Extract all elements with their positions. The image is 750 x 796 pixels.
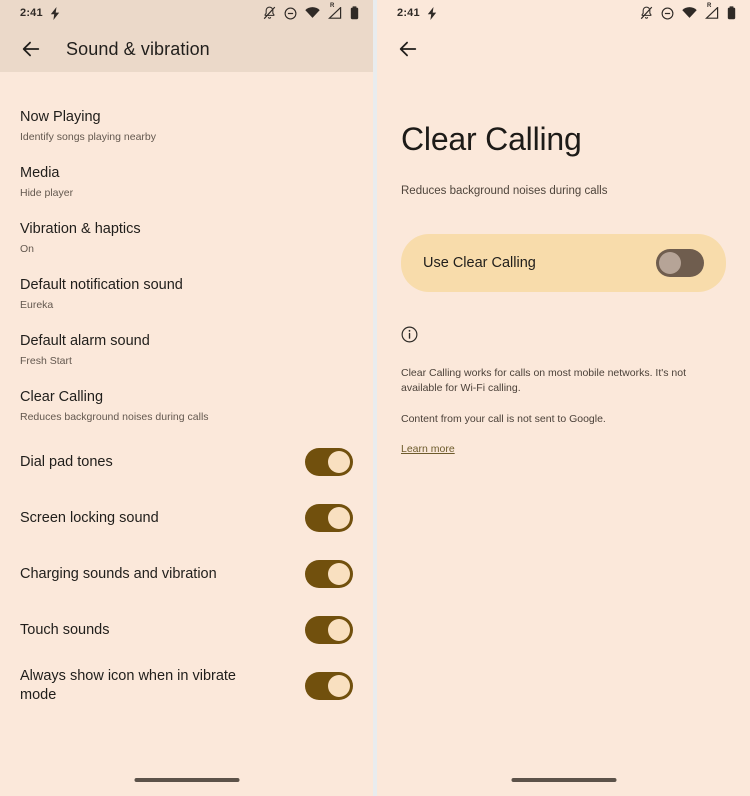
dnd-icon <box>661 7 674 19</box>
list-item-title: Media <box>20 165 60 181</box>
settings-list[interactable]: On Now Playing Identify songs playing ne… <box>0 72 373 714</box>
status-bar-right: R <box>263 3 359 20</box>
list-item-title: Charging sounds and vibration <box>20 565 217 582</box>
bolt-icon <box>427 6 437 20</box>
clipped-previous-row: On <box>20 72 353 98</box>
use-clear-calling-card[interactable]: Use Clear Calling <box>401 234 726 292</box>
list-item-title: Default notification sound <box>20 277 183 293</box>
list-item-title: Vibration & haptics <box>20 221 141 237</box>
list-item-default-notification-sound[interactable]: Default notification sound Eureka <box>20 266 353 322</box>
list-item-subtitle: Reduces background noises during calls <box>20 411 209 423</box>
list-item-media[interactable]: Media Hide player <box>20 154 353 210</box>
status-bar-left: 2:41 <box>397 6 437 20</box>
switch-knob <box>328 451 350 473</box>
list-item-now-playing[interactable]: Now Playing Identify songs playing nearb… <box>20 98 353 154</box>
home-indicator[interactable] <box>511 778 616 782</box>
clock: 2:41 <box>397 7 420 19</box>
list-item-texts: Default alarm sound Fresh Start <box>20 332 150 368</box>
status-bar: 2:41 R <box>0 0 373 26</box>
roaming-badge: R <box>330 3 335 9</box>
vibrate-icon-switch[interactable] <box>305 672 353 700</box>
list-item-charging-sounds[interactable]: Charging sounds and vibration <box>20 546 353 602</box>
switch-knob <box>328 675 350 697</box>
status-bar: 2:41 R <box>377 0 750 26</box>
list-item-subtitle: Fresh Start <box>20 355 72 367</box>
wifi-icon <box>305 7 320 18</box>
back-arrow-icon[interactable] <box>20 38 42 60</box>
list-item-title: Dial pad tones <box>20 453 113 470</box>
switch-knob <box>659 252 681 274</box>
list-item-title: Screen locking sound <box>20 509 159 526</box>
dial-pad-tones-switch[interactable] <box>305 448 353 476</box>
list-item-title: Touch sounds <box>20 621 110 638</box>
list-item-texts: Charging sounds and vibration <box>20 565 217 584</box>
status-bar-right: R <box>640 3 736 20</box>
battery-icon <box>727 6 736 20</box>
learn-more-link[interactable]: Learn more <box>401 443 455 455</box>
wifi-icon <box>682 7 697 18</box>
list-item-default-alarm-sound[interactable]: Default alarm sound Fresh Start <box>20 322 353 378</box>
use-clear-calling-switch[interactable] <box>656 249 704 277</box>
right-phone-screen: 2:41 R Clear Calling Reduces background … <box>377 0 750 796</box>
battery-icon <box>350 6 359 20</box>
list-item-subtitle: On <box>20 243 35 255</box>
list-item-texts: Touch sounds <box>20 621 109 640</box>
bell-muted-icon <box>263 6 276 20</box>
info-icon-row <box>401 326 726 348</box>
list-item-title: Clear Calling <box>20 389 104 405</box>
list-item-title: Now Playing <box>20 109 101 125</box>
list-item-vibrate-icon[interactable]: Always show icon when in vibrate mode <box>20 658 353 714</box>
switch-knob <box>328 507 350 529</box>
list-item-dial-pad-tones[interactable]: Dial pad tones <box>20 434 353 490</box>
dual-screenshot-stage: 2:41 R Sound & vibration Now Playing Ide… <box>0 0 750 796</box>
info-note-privacy: Content from your call is not sent to Go… <box>401 413 606 425</box>
switch-knob <box>328 563 350 585</box>
charging-sounds-switch[interactable] <box>305 560 353 588</box>
dnd-icon <box>284 7 297 19</box>
list-item-title: Always show icon when in vibrate mode <box>20 668 236 703</box>
roaming-badge: R <box>707 3 712 9</box>
list-item-screen-locking-sound[interactable]: Screen locking sound <box>20 490 353 546</box>
info-note-networks: Clear Calling works for calls on most mo… <box>401 367 687 394</box>
detail-page-subtitle: Reduces background noises during calls <box>401 185 608 197</box>
touch-sounds-switch[interactable] <box>305 616 353 644</box>
list-item-texts: Vibration & haptics On <box>20 220 141 256</box>
use-clear-calling-label: Use Clear Calling <box>423 255 536 271</box>
screen-locking-sound-switch[interactable] <box>305 504 353 532</box>
list-item-texts: Default notification sound Eureka <box>20 276 183 312</box>
left-app-bar: Sound & vibration <box>0 26 373 72</box>
home-indicator[interactable] <box>134 778 239 782</box>
page-title: Sound & vibration <box>66 38 210 59</box>
list-item-subtitle: Hide player <box>20 187 74 199</box>
signal-roaming-icon: R <box>328 3 342 19</box>
list-item-texts: Always show icon when in vibrate mode <box>20 667 260 705</box>
list-item-texts: Screen locking sound <box>20 509 159 528</box>
clock: 2:41 <box>20 7 43 19</box>
list-item-touch-sounds[interactable]: Touch sounds <box>20 602 353 658</box>
list-item-texts: Now Playing Identify songs playing nearb… <box>20 108 156 144</box>
switch-knob <box>328 619 350 641</box>
list-item-title: Default alarm sound <box>20 333 150 349</box>
signal-roaming-icon: R <box>705 3 719 19</box>
list-item-texts: Dial pad tones <box>20 453 113 472</box>
list-item-subtitle: Identify songs playing nearby <box>20 131 157 143</box>
right-app-bar <box>377 26 750 72</box>
info-circle-icon <box>401 326 418 343</box>
left-phone-screen: 2:41 R Sound & vibration Now Playing Ide… <box>0 0 373 796</box>
bolt-icon <box>50 6 60 20</box>
list-item-texts: Media Hide player <box>20 164 73 200</box>
list-item-clear-calling[interactable]: Clear Calling Reduces background noises … <box>20 378 353 434</box>
list-item-texts: Clear Calling Reduces background noises … <box>20 388 209 424</box>
right-body: Clear Calling Reduces background noises … <box>377 120 750 457</box>
list-item-subtitle: Eureka <box>20 299 54 311</box>
list-item-vibration-haptics[interactable]: Vibration & haptics On <box>20 210 353 266</box>
status-bar-left: 2:41 <box>20 6 60 20</box>
left-header: 2:41 R Sound & vibration <box>0 0 373 72</box>
bell-muted-icon <box>640 6 653 20</box>
back-arrow-icon[interactable] <box>397 38 419 60</box>
detail-page-title: Clear Calling <box>401 121 582 157</box>
